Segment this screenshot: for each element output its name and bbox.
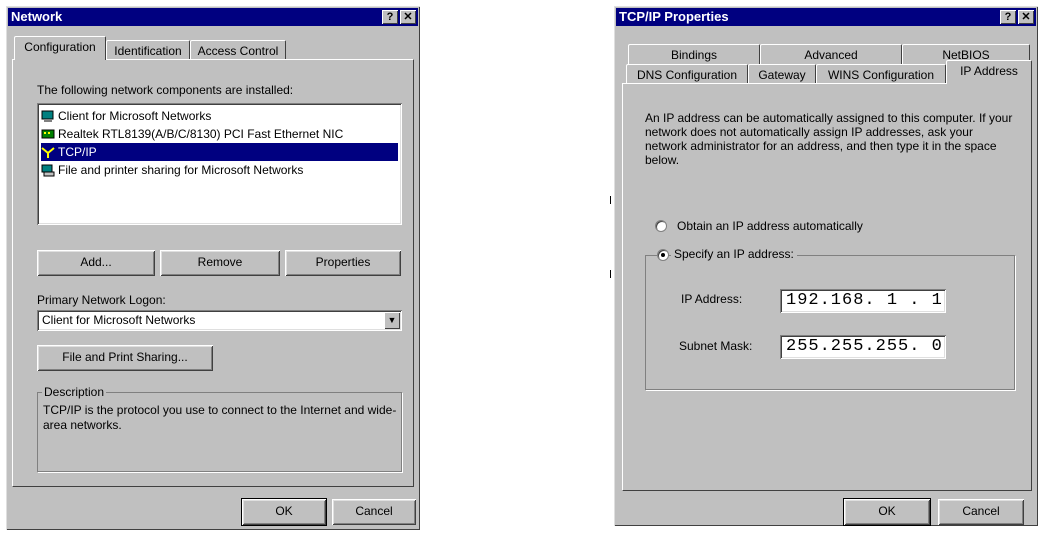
configuration-panel: The following network components are ins… xyxy=(12,59,414,487)
component-label: Realtek RTL8139(A/B/C/8130) PCI Fast Eth… xyxy=(58,127,344,141)
component-label: File and printer sharing for Microsoft N… xyxy=(58,163,304,177)
primary-logon-select[interactable]: Client for Microsoft Networks ▼ xyxy=(37,310,402,331)
client-icon xyxy=(41,110,55,123)
cancel-button[interactable]: Cancel xyxy=(332,499,416,525)
intro-text: An IP address can be automatically assig… xyxy=(645,111,1013,167)
components-list[interactable]: Client for Microsoft Networks Realtek RT… xyxy=(37,103,402,225)
help-icon[interactable]: ? xyxy=(1000,10,1016,24)
tab-label: Advanced xyxy=(804,48,858,62)
ip-address-field[interactable]: 192.168. 1 . 1 xyxy=(780,289,946,313)
component-label: TCP/IP xyxy=(58,145,97,159)
network-card-icon xyxy=(41,128,55,141)
tab-ip-address[interactable]: IP Address xyxy=(946,60,1032,84)
list-item[interactable]: Client for Microsoft Networks xyxy=(41,107,398,125)
cancel-button[interactable]: Cancel xyxy=(938,499,1024,525)
tab-label: IP Address xyxy=(960,64,1018,78)
tab-configuration[interactable]: Configuration xyxy=(14,36,106,60)
list-item[interactable]: Realtek RTL8139(A/B/C/8130) PCI Fast Eth… xyxy=(41,125,398,143)
obtain-auto-radio[interactable] xyxy=(655,220,667,232)
select-value: Client for Microsoft Networks xyxy=(42,313,196,327)
tab-label: Gateway xyxy=(758,68,806,82)
network-dialog: Network ? ✕ Configuration Identification… xyxy=(6,6,420,530)
tab-label: Access Control xyxy=(197,44,279,58)
tab-wins-configuration[interactable]: WINS Configuration xyxy=(816,64,946,84)
list-item[interactable]: File and printer sharing for Microsoft N… xyxy=(41,161,398,179)
specify-ip-radio[interactable] xyxy=(657,249,669,261)
subnet-mask-label: Subnet Mask: xyxy=(679,339,753,353)
tab-label: Identification xyxy=(114,44,182,58)
primary-logon-label: Primary Network Logon: xyxy=(37,293,166,307)
window-title: TCP/IP Properties xyxy=(619,9,729,24)
component-label: Client for Microsoft Networks xyxy=(58,109,212,123)
tab-access-control[interactable]: Access Control xyxy=(190,40,286,60)
tab-dns-configuration[interactable]: DNS Configuration xyxy=(626,64,748,84)
tab-bindings[interactable]: Bindings xyxy=(628,44,760,64)
tcpip-dialog: TCP/IP Properties ? ✕ Bindings Advanced … xyxy=(614,6,1038,526)
divider xyxy=(610,196,611,204)
file-print-sharing-button[interactable]: File and Print Sharing... xyxy=(37,345,213,371)
tab-label: DNS Configuration xyxy=(636,68,738,82)
remove-button[interactable]: Remove xyxy=(160,250,280,276)
subnet-mask-field[interactable]: 255.255.255. 0 xyxy=(780,335,946,359)
specify-ip-label[interactable]: Specify an IP address: xyxy=(671,247,797,261)
description-label: Description xyxy=(42,385,107,399)
ok-button[interactable]: OK xyxy=(241,498,327,526)
file-sharing-icon xyxy=(41,164,55,177)
properties-button[interactable]: Properties xyxy=(285,250,401,276)
tcpip-title-bar[interactable]: TCP/IP Properties ? ✕ xyxy=(616,8,1036,26)
obtain-auto-label[interactable]: Obtain an IP address automatically xyxy=(677,219,863,233)
description-group: Description TCP/IP is the protocol you u… xyxy=(37,385,402,472)
tab-gateway[interactable]: Gateway xyxy=(748,64,816,84)
tab-advanced[interactable]: Advanced xyxy=(760,44,902,64)
ok-button[interactable]: OK xyxy=(843,498,931,526)
chevron-down-icon[interactable]: ▼ xyxy=(384,312,400,329)
description-text: TCP/IP is the protocol you use to connec… xyxy=(43,403,397,432)
add-button[interactable]: Add... xyxy=(37,250,155,276)
ip-address-label: IP Address: xyxy=(681,292,743,306)
tab-label: Bindings xyxy=(670,48,718,62)
specify-ip-group xyxy=(645,255,1015,390)
list-item-selected[interactable]: TCP/IP xyxy=(41,143,398,161)
help-icon[interactable]: ? xyxy=(382,10,398,24)
tab-label: WINS Configuration xyxy=(827,68,935,82)
components-label: The following network components are ins… xyxy=(37,83,294,97)
window-title: Network xyxy=(11,9,63,24)
close-icon[interactable]: ✕ xyxy=(1018,10,1034,24)
network-title-bar[interactable]: Network ? ✕ xyxy=(8,8,418,26)
ip-address-panel: An IP address can be automatically assig… xyxy=(622,83,1032,491)
tab-identification[interactable]: Identification xyxy=(106,40,190,60)
divider xyxy=(610,270,611,278)
protocol-icon xyxy=(41,146,55,159)
tab-label: Configuration xyxy=(24,40,96,54)
close-icon[interactable]: ✕ xyxy=(400,10,416,24)
